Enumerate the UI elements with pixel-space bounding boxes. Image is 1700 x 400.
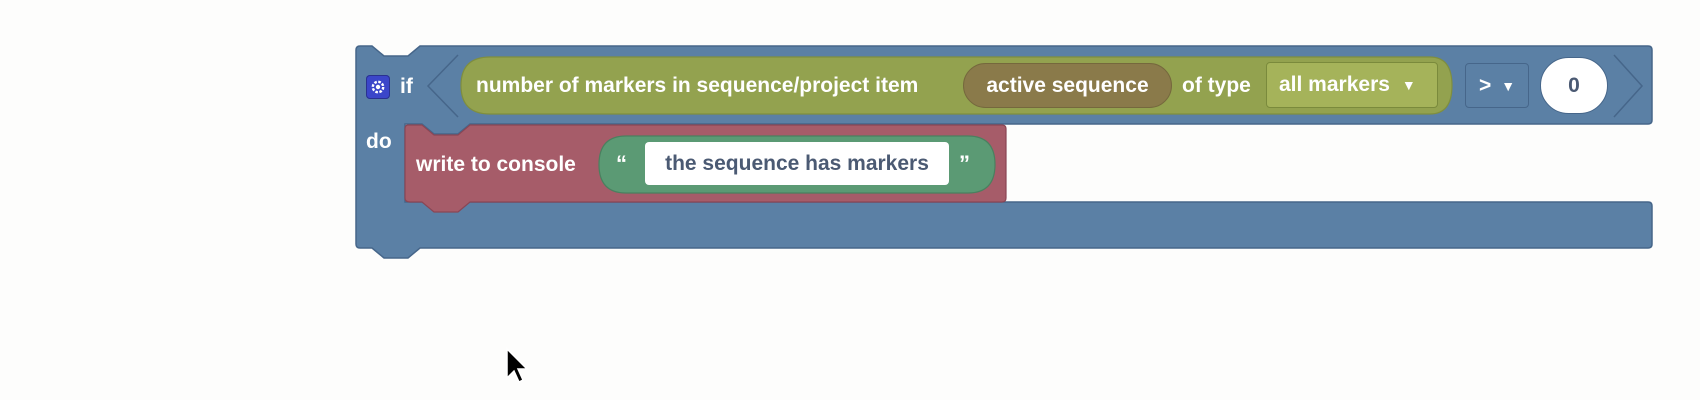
gear-icon[interactable] [366, 75, 390, 99]
compare-number-input[interactable]: 0 [1540, 57, 1608, 114]
do-label: do [366, 130, 392, 153]
caret-down-icon: ▼ [1501, 77, 1516, 94]
console-label: write to console [416, 153, 576, 176]
console-text-input[interactable]: the sequence has markers [645, 142, 949, 185]
sequence-value: active sequence [986, 73, 1149, 97]
open-quote: “ [616, 151, 627, 176]
markers-count-label: number of markers in sequence/project it… [476, 74, 919, 97]
mouse-pointer-icon [506, 347, 529, 384]
if-label: if [400, 75, 413, 98]
caret-down-icon: ▼ [1401, 77, 1416, 93]
operator-dropdown[interactable]: > ▼ [1465, 63, 1529, 108]
console-text-value: the sequence has markers [665, 151, 929, 175]
marker-type-value: all markers [1279, 73, 1390, 96]
block-shapes [355, 45, 1653, 384]
blockly-workspace[interactable]: if do number of markers in sequence/proj… [0, 0, 1700, 400]
operator-value: > [1478, 73, 1492, 97]
of-type-label: of type [1182, 74, 1251, 97]
close-quote: ” [959, 151, 970, 176]
marker-type-dropdown[interactable]: all markers ▼ [1266, 62, 1438, 108]
compare-value: 0 [1568, 73, 1580, 97]
sequence-reporter[interactable]: active sequence [963, 63, 1172, 108]
